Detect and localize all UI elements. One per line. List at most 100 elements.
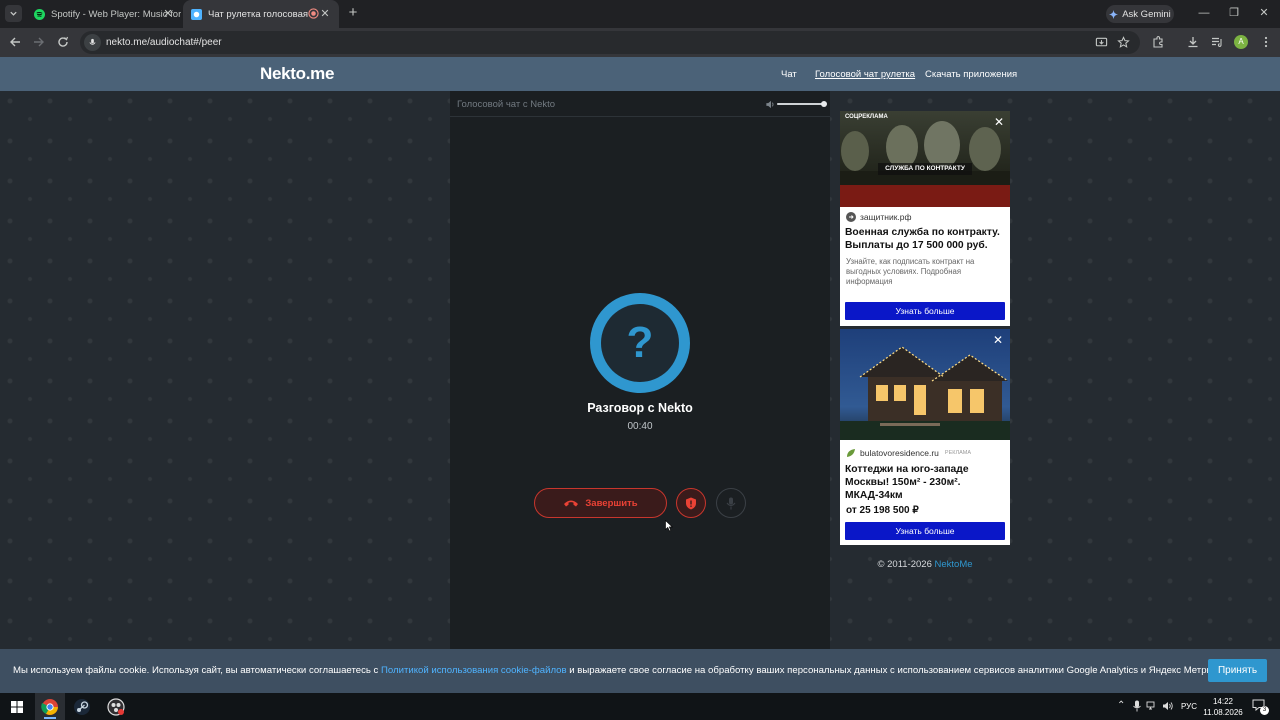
- ad-price: от 25 198 500 ₽: [846, 505, 919, 516]
- ad-domain[interactable]: bulatovoresidence.ru РЕКЛАМА: [846, 448, 971, 458]
- microphone-icon: [726, 497, 736, 509]
- obs-icon[interactable]: [106, 697, 126, 717]
- arrow-circle-icon: [846, 212, 856, 222]
- copyright-text: © 2011-2026: [877, 559, 932, 570]
- forward-arrow-icon[interactable]: [32, 35, 46, 49]
- ad-learn-more-button[interactable]: Узнать больше: [845, 302, 1005, 320]
- ad-domain[interactable]: защитник.рф: [846, 212, 912, 222]
- ask-gemini-label: Ask Gemini: [1122, 8, 1171, 20]
- nav-link-download-apps[interactable]: Скачать приложения: [925, 69, 1017, 80]
- tab-nekto[interactable]: Чат рулетка голосовая — Н ✕: [183, 0, 339, 28]
- windows-start-icon[interactable]: [7, 697, 27, 717]
- site-info-button[interactable]: [84, 34, 101, 51]
- media-control-icon[interactable]: [1210, 35, 1224, 49]
- page-body: Голосовой чат с Nekto ? Разговор с Nekto…: [0, 91, 1280, 649]
- ad-card-cottages[interactable]: ✕ bulatovoresidence.ru РЕКЛАМА Коттеджи …: [840, 329, 1010, 545]
- cookie-banner: Мы используем файлы cookie. Используя са…: [0, 649, 1280, 693]
- clock-date: 11.08.2026: [1203, 708, 1243, 717]
- panel-title: Голосовой чат с Nekto: [457, 99, 556, 110]
- close-icon[interactable]: ✕: [162, 8, 174, 20]
- network-icon[interactable]: [1146, 700, 1158, 712]
- volume-icon[interactable]: [765, 99, 776, 110]
- question-mark-icon: ?: [601, 304, 679, 382]
- volume-slider[interactable]: [777, 103, 825, 105]
- extensions-icon[interactable]: [1151, 35, 1165, 49]
- restore-button[interactable]: ❐: [1227, 6, 1241, 20]
- install-app-icon[interactable]: [1095, 36, 1108, 49]
- ad-title[interactable]: Коттеджи на юго-западе Москвы! 150м² - 2…: [845, 463, 1007, 502]
- input-language[interactable]: РУС: [1181, 702, 1197, 711]
- site-logo[interactable]: Nekto.me: [260, 64, 334, 84]
- cookie-text-before: Мы используем файлы cookie. Используя са…: [13, 665, 381, 676]
- close-window-button[interactable]: ✕: [1257, 6, 1271, 20]
- volume-slider-handle[interactable]: [821, 101, 827, 107]
- nektome-link[interactable]: NektoMe: [935, 559, 973, 570]
- shield-icon: [686, 497, 696, 509]
- close-icon[interactable]: ✕: [992, 115, 1006, 129]
- reload-icon[interactable]: [56, 35, 70, 49]
- recording-icon: [308, 8, 319, 19]
- microphone-button[interactable]: [716, 488, 746, 518]
- ad-label: РЕКЛАМА: [944, 450, 971, 456]
- cookie-text-after: и выражаете свое согласие на обработку в…: [566, 665, 1225, 676]
- ad-learn-more-button[interactable]: Узнать больше: [845, 522, 1005, 540]
- end-call-label: Завершить: [585, 497, 638, 509]
- hang-up-phone-icon: [564, 500, 579, 507]
- gemini-icon: [1109, 9, 1119, 19]
- chevron-down-icon: [10, 11, 17, 16]
- ad-card-military[interactable]: СОЦРЕКЛАМА СЛУЖБА ПО КОНТРАКТУ ✕ защитни…: [840, 111, 1010, 326]
- volume-slider-fill: [777, 103, 823, 105]
- url-text: nekto.me/audiochat#/peer: [106, 37, 222, 48]
- clock-time: 14:22: [1212, 697, 1234, 706]
- browser-toolbar: nekto.me/audiochat#/peer A: [0, 28, 1280, 57]
- accept-cookies-button[interactable]: Принять: [1208, 659, 1267, 682]
- report-button[interactable]: [676, 488, 706, 518]
- steam-icon[interactable]: [72, 697, 92, 717]
- back-arrow-icon[interactable]: [8, 35, 22, 49]
- kebab-menu-icon[interactable]: [1259, 35, 1273, 49]
- ad-badge: СОЦРЕКЛАМА: [845, 114, 888, 120]
- profile-avatar[interactable]: A: [1234, 35, 1248, 49]
- ad-image: СОЦРЕКЛАМА СЛУЖБА ПО КОНТРАКТУ: [840, 111, 1010, 207]
- chevron-up-icon[interactable]: ⌃: [1117, 700, 1129, 712]
- tab-search-button[interactable]: [5, 5, 22, 22]
- close-icon[interactable]: ✕: [991, 333, 1005, 347]
- ad-domain-text: защитник.рф: [860, 212, 912, 222]
- conversation-title: Разговор с Nekto: [587, 401, 693, 415]
- nav-link-chat[interactable]: Чат: [781, 69, 797, 80]
- spotify-icon: [34, 8, 45, 20]
- new-tab-button[interactable]: +: [346, 5, 360, 20]
- ad-description: Узнайте, как подписать контракт на выгод…: [846, 257, 975, 286]
- cookie-text: Мы используем файлы cookie. Используя са…: [13, 665, 1224, 676]
- address-bar[interactable]: nekto.me/audiochat#/peer: [80, 31, 1140, 54]
- nav-link-voice-chat[interactable]: Голосовой чат рулетка: [815, 69, 915, 80]
- tab-spotify[interactable]: Spotify - Web Player: Music for ✕: [30, 0, 182, 28]
- bookmark-star-icon[interactable]: [1117, 36, 1130, 49]
- ad-image: [840, 329, 1010, 440]
- close-icon[interactable]: ✕: [319, 8, 331, 20]
- active-indicator: [44, 717, 56, 719]
- ad-domain-text: bulatovoresidence.ru: [860, 448, 939, 458]
- microphone-icon[interactable]: [1131, 700, 1143, 712]
- peer-avatar: ?: [590, 293, 690, 393]
- taskbar-chrome-button[interactable]: [35, 693, 65, 720]
- clock[interactable]: 14:22 11.08.2026: [1203, 696, 1243, 718]
- copyright: © 2011-2026 NektoMe: [840, 559, 1010, 570]
- ask-gemini-button[interactable]: Ask Gemini: [1106, 5, 1174, 23]
- download-icon[interactable]: [1186, 35, 1200, 49]
- cookie-policy-link[interactable]: Политикой использования cookie-файлов: [381, 665, 567, 676]
- microphone-icon: [89, 38, 96, 45]
- windows-taskbar: ⌃ РУС 14:22 11.08.2026 3: [0, 693, 1280, 720]
- ad-title[interactable]: Военная служба по контракту. Выплаты до …: [845, 226, 1007, 252]
- mouse-cursor-icon: [665, 520, 673, 532]
- minimize-button[interactable]: —: [1197, 6, 1211, 20]
- tab-title: Чат рулетка голосовая — Н: [208, 8, 308, 20]
- leaf-logo-icon: [847, 449, 855, 457]
- end-call-button[interactable]: Завершить: [534, 488, 667, 518]
- speaker-icon[interactable]: [1162, 700, 1174, 712]
- browser-tab-strip: Spotify - Web Player: Music for ✕ Чат ру…: [0, 0, 1280, 28]
- ad-image-caption: СЛУЖБА ПО КОНТРАКТУ: [885, 165, 965, 172]
- site-header: Nekto.me Чат Голосовой чат рулетка Скача…: [0, 57, 1280, 91]
- panel-header: Голосовой чат с Nekto: [450, 91, 830, 117]
- notifications-button[interactable]: 3: [1252, 699, 1269, 715]
